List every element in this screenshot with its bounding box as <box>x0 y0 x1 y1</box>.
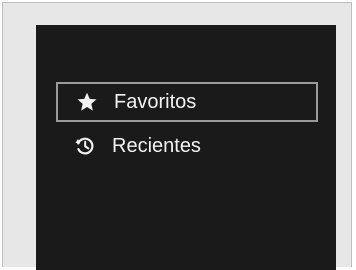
star-icon <box>76 91 98 113</box>
menu-item-label: Recientes <box>112 135 201 157</box>
menu-item-recientes[interactable]: Recientes <box>56 126 318 166</box>
device-frame: Favoritos Recientes <box>2 2 352 270</box>
menu-item-favoritos[interactable]: Favoritos <box>56 82 318 122</box>
history-clock-icon <box>74 135 96 157</box>
menu-item-label: Favoritos <box>114 91 197 113</box>
display-screen: Favoritos Recientes <box>36 25 336 270</box>
